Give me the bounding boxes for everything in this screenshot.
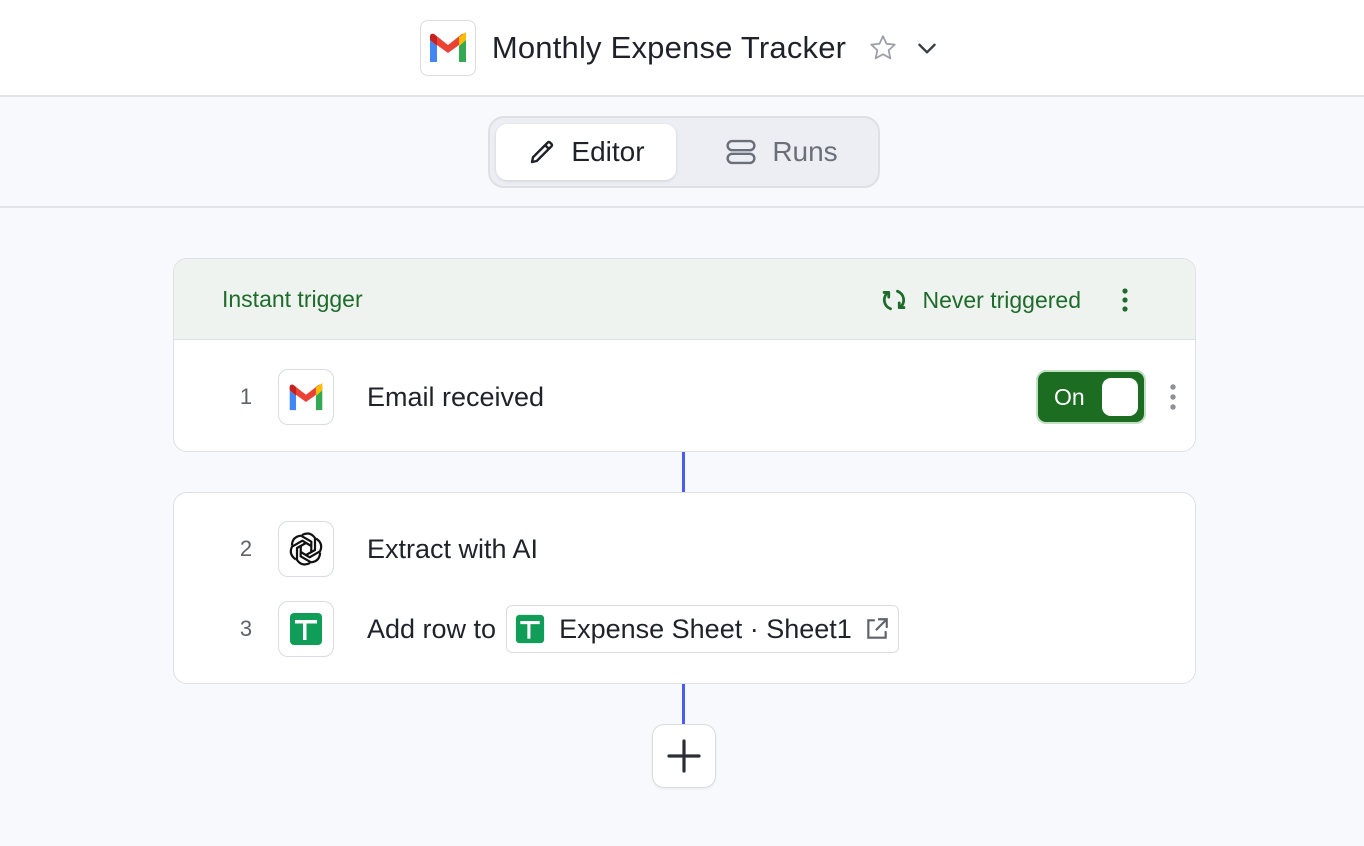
chevron-down-icon[interactable] — [914, 33, 944, 63]
plus-icon — [667, 739, 701, 773]
trigger-card: Instant trigger Never triggered 1 Email … — [173, 258, 1196, 452]
sheet-target-label: Expense Sheet · Sheet1 — [559, 613, 852, 644]
trigger-toggle[interactable]: On — [1036, 370, 1146, 424]
google-sheets-icon — [515, 614, 545, 644]
view-switcher: Editor Runs — [488, 116, 880, 188]
step-label-text: Add row to — [367, 613, 497, 644]
flow-connector — [682, 684, 685, 724]
sheet-target-chip[interactable]: Expense Sheet · Sheet1 — [506, 605, 899, 653]
runs-icon — [726, 139, 756, 165]
star-icon[interactable] — [868, 33, 898, 63]
trigger-card-header: Instant trigger Never triggered — [174, 259, 1195, 340]
step-number: 1 — [239, 384, 253, 409]
page-title: Monthly Expense Tracker — [491, 29, 847, 65]
tab-runs[interactable]: Runs — [716, 124, 846, 180]
refresh-icon — [883, 289, 906, 311]
step-label: Add row to Expense Sheet · Sheet1 — [367, 605, 899, 653]
trigger-status: Never triggered — [880, 286, 1081, 314]
more-options-icon[interactable] — [1113, 285, 1137, 315]
step-label: Email received — [367, 381, 545, 412]
step-row[interactable]: 1 Email received On — [174, 367, 1195, 427]
step-row[interactable]: 2 Extract with AI — [174, 519, 1195, 579]
flow-connector — [682, 452, 685, 492]
step-number: 3 — [239, 616, 253, 641]
more-options-icon[interactable] — [1162, 380, 1184, 414]
tab-editor-label: Editor — [571, 136, 645, 167]
step-label: Extract with AI — [367, 533, 539, 564]
openai-icon — [278, 521, 334, 577]
tab-editor[interactable]: Editor — [496, 124, 676, 180]
step-row[interactable]: 3 Add row to Expense Sheet · Sheet1 — [174, 599, 1195, 659]
toggle-knob — [1102, 378, 1138, 416]
step-number: 2 — [239, 536, 253, 561]
tab-bar: Editor Runs — [0, 97, 1364, 208]
google-sheets-icon — [278, 601, 334, 657]
top-bar: Monthly Expense Tracker — [0, 0, 1364, 97]
actions-card: 2 Extract with AI 3 Add row to Expense S… — [173, 492, 1196, 684]
tab-runs-label: Runs — [772, 136, 838, 167]
trigger-status-label: Never triggered — [922, 286, 1081, 313]
gmail-icon — [419, 19, 476, 76]
pencil-icon — [531, 140, 554, 164]
trigger-type-label: Instant trigger — [222, 286, 363, 312]
add-step-button[interactable] — [652, 724, 716, 788]
toggle-label: On — [1054, 384, 1085, 410]
external-link-icon[interactable] — [864, 616, 890, 642]
gmail-icon — [278, 369, 334, 425]
